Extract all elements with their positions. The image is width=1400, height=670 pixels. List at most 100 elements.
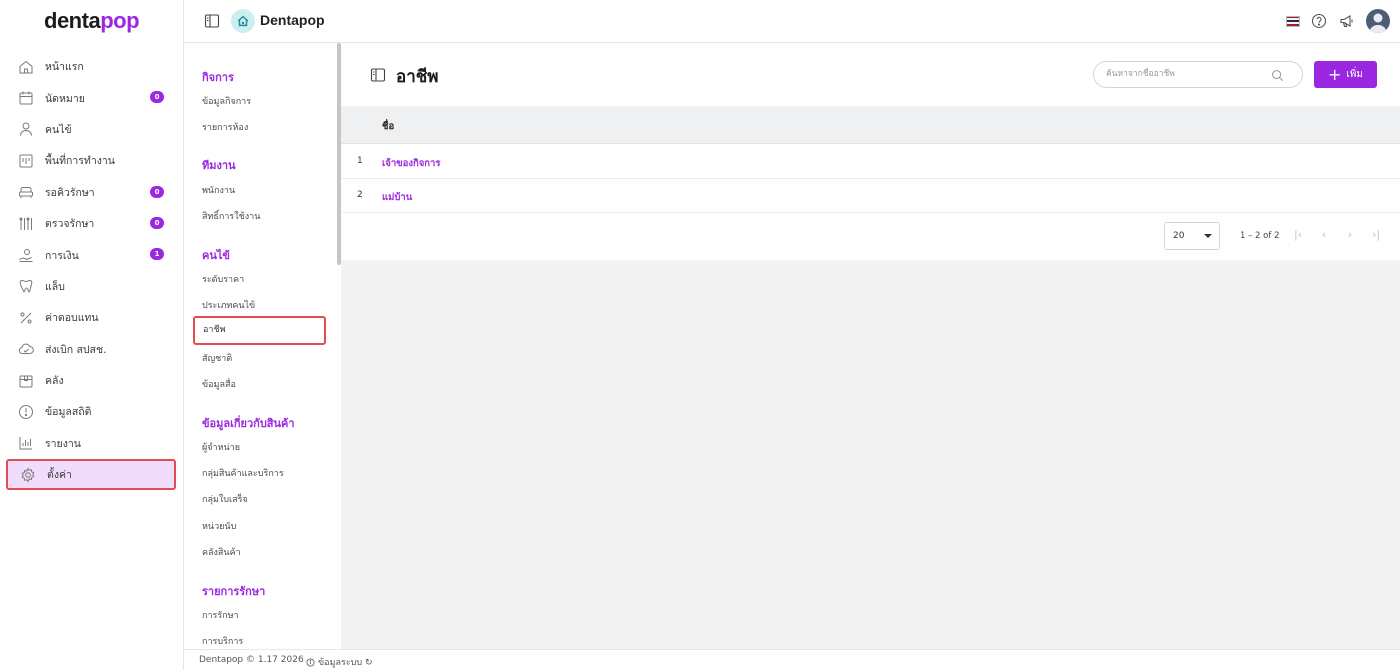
submenu-item-suppliers[interactable]: ผู้จำหน่าย (202, 440, 240, 454)
add-button[interactable]: + เพิ่ม (1314, 61, 1377, 88)
page-title: อาชีพ (396, 67, 439, 87)
thai-flag-icon[interactable] (1286, 15, 1300, 27)
submenu-item-occupation[interactable]: อาชีพ (193, 316, 326, 345)
sidebar-item-label: หน้าแรก (45, 61, 84, 74)
add-button-label: เพิ่ม (1346, 69, 1363, 80)
search-input[interactable]: ค้นหาจากชื่ออาชีพ (1093, 61, 1303, 88)
home-icon (18, 59, 34, 75)
next-page-icon[interactable]: › (1343, 228, 1357, 242)
submenu-item-units[interactable]: หน่วยนับ (202, 519, 236, 533)
search-placeholder: ค้นหาจากชื่ออาชีพ (1106, 69, 1175, 79)
caret-down-icon (1204, 234, 1212, 238)
sidebar-item-label: คนไข้ (45, 123, 72, 136)
sidebar-item-treatment[interactable]: ตรวจรักษา 0 (6, 208, 176, 239)
submenu-item-media-source[interactable]: ข้อมูลสื่อ (202, 377, 236, 391)
occupation-panel: อาชีพ ค้นหาจากชื่ออาชีพ + เพิ่ม ชื่อ 1 เ… (341, 43, 1400, 260)
last-page-icon[interactable]: ›| (1369, 228, 1383, 242)
table-row[interactable]: 1 เจ้าของกิจการ (341, 145, 1400, 179)
footer: Dentapop © 1.17 2026 ข้อมูลระบบ ↻ (184, 649, 1400, 670)
home-icon[interactable] (231, 9, 255, 33)
user-icon (18, 121, 34, 137)
search-icon[interactable] (1271, 68, 1284, 81)
stats-icon (18, 404, 34, 420)
submenu-group-title: ทีมงาน (202, 159, 236, 172)
submenu-item-product-groups[interactable]: กลุ่มสินค้าและบริการ (202, 466, 284, 480)
prev-page-icon[interactable]: ‹ (1317, 228, 1331, 242)
occupation-name-link[interactable]: เจ้าของกิจการ (382, 156, 441, 171)
box-icon (18, 373, 34, 389)
sidebar-item-label: ข้อมูลสถิติ (45, 406, 92, 419)
sidebar-item-label: การเงิน (45, 249, 79, 262)
sidebar-item-label: คลัง (45, 375, 64, 388)
sidebar-item-statistics[interactable]: ข้อมูลสถิติ (6, 396, 176, 427)
first-page-icon[interactable]: |‹ (1291, 228, 1305, 242)
sidebar: dentapop หน้าแรก นัดหมาย 0 คนไข้ พื้นที่… (0, 0, 184, 670)
megaphone-icon[interactable] (1338, 12, 1356, 30)
workspace-icon (18, 153, 34, 169)
sidebar-item-appointments[interactable]: นัดหมาย 0 (6, 82, 176, 113)
column-header-name[interactable]: ชื่อ (382, 119, 394, 134)
submenu-item-warehouse[interactable]: คลังสินค้า (202, 545, 241, 559)
row-number: 2 (357, 190, 363, 200)
sidebar-panel-icon[interactable] (370, 67, 386, 83)
cash-icon (18, 247, 34, 263)
topbar: Dentapop (184, 0, 1400, 43)
footer-copyright: Dentapop © 1.17 2026 (199, 655, 304, 665)
cloud-icon (18, 341, 34, 357)
sidebar-item-label: พื้นที่การทำงาน (45, 155, 115, 168)
submenu-item-patient-type[interactable]: ประเภทคนไข้ (202, 298, 255, 312)
sidebar-item-label: รายงาน (45, 437, 81, 450)
sidebar-toggle-icon[interactable] (204, 13, 220, 29)
submenu-item-treatments[interactable]: การรักษา (202, 608, 239, 622)
system-info-label: ข้อมูลระบบ ↻ (318, 658, 373, 668)
sidebar-item-waiting-queue[interactable]: รอคิวรักษา 0 (6, 177, 176, 208)
count-badge: 0 (150, 216, 164, 229)
sidebar-item-finance[interactable]: การเงิน 1 (6, 239, 176, 270)
system-info-link[interactable]: ข้อมูลระบบ ↻ (306, 655, 373, 669)
sidebar-nav: หน้าแรก นัดหมาย 0 คนไข้ พื้นที่การทำงาน … (6, 51, 176, 491)
sidebar-item-home[interactable]: หน้าแรก (6, 51, 176, 82)
occupation-name-link[interactable]: แม่บ้าน (382, 190, 412, 205)
page-size-select[interactable]: 20 (1164, 222, 1220, 250)
settings-submenu: กิจการ ข้อมูลกิจการ รายการห้อง ทีมงาน พน… (184, 43, 341, 649)
logo-main: denta (44, 8, 101, 33)
sidebar-item-label: ส่งเบิก สปสช. (45, 343, 107, 356)
count-badge: 1 (150, 248, 164, 261)
report-icon (18, 435, 34, 451)
sidebar-item-workspace[interactable]: พื้นที่การทำงาน (6, 145, 176, 176)
submenu-group-title: กิจการ (202, 71, 234, 84)
submenu-item-staff[interactable]: พนักงาน (202, 183, 235, 197)
gear-icon (20, 467, 36, 483)
page-size-value: 20 (1173, 231, 1185, 241)
submenu-item-price-level[interactable]: ระดับราคา (202, 272, 244, 286)
submenu-group-title: คนไข้ (202, 249, 230, 262)
brand-logo[interactable]: dentapop (44, 8, 140, 34)
user-avatar[interactable] (1366, 9, 1390, 33)
sidebar-item-settings[interactable]: ตั้งค่า (6, 459, 176, 491)
submenu-item-permissions[interactable]: สิทธิ์การใช้งาน (202, 209, 260, 223)
submenu-item-nationality[interactable]: สัญชาติ (202, 351, 232, 365)
app-root: dentapop หน้าแรก นัดหมาย 0 คนไข้ พื้นที่… (0, 0, 1400, 670)
topbar-actions (1276, 9, 1390, 33)
sidebar-item-label: แล็บ (45, 280, 65, 293)
sidebar-item-reports[interactable]: รายงาน (6, 428, 176, 459)
sidebar-item-label: ตั้งค่า (47, 469, 72, 482)
sidebar-item-nhso-claim[interactable]: ส่งเบิก สปสช. (6, 334, 176, 365)
sidebar-item-label: นัดหมาย (45, 92, 85, 105)
row-number: 1 (357, 156, 363, 166)
sidebar-item-lab[interactable]: แล็บ (6, 271, 176, 302)
table-row[interactable]: 2 แม่บ้าน (341, 179, 1400, 213)
sidebar-item-patients[interactable]: คนไข้ (6, 114, 176, 145)
help-icon[interactable] (1310, 12, 1328, 30)
submenu-group-title: ข้อมูลเกี่ยวกับสินค้า (202, 417, 295, 430)
submenu-item-business-info[interactable]: ข้อมูลกิจการ (202, 94, 251, 108)
submenu-item-receipt-groups[interactable]: กลุ่มใบเสร็จ (202, 492, 248, 506)
count-badge: 0 (150, 91, 164, 104)
submenu-item-services[interactable]: การบริการ (202, 634, 243, 648)
sidebar-item-compensation[interactable]: ค่าตอบแทน (6, 302, 176, 333)
app-title: Dentapop (260, 12, 325, 28)
count-badge: 0 (150, 185, 164, 198)
sidebar-item-inventory[interactable]: คลัง (6, 365, 176, 396)
submenu-item-room-list[interactable]: รายการห้อง (202, 120, 248, 134)
info-icon (306, 657, 315, 667)
